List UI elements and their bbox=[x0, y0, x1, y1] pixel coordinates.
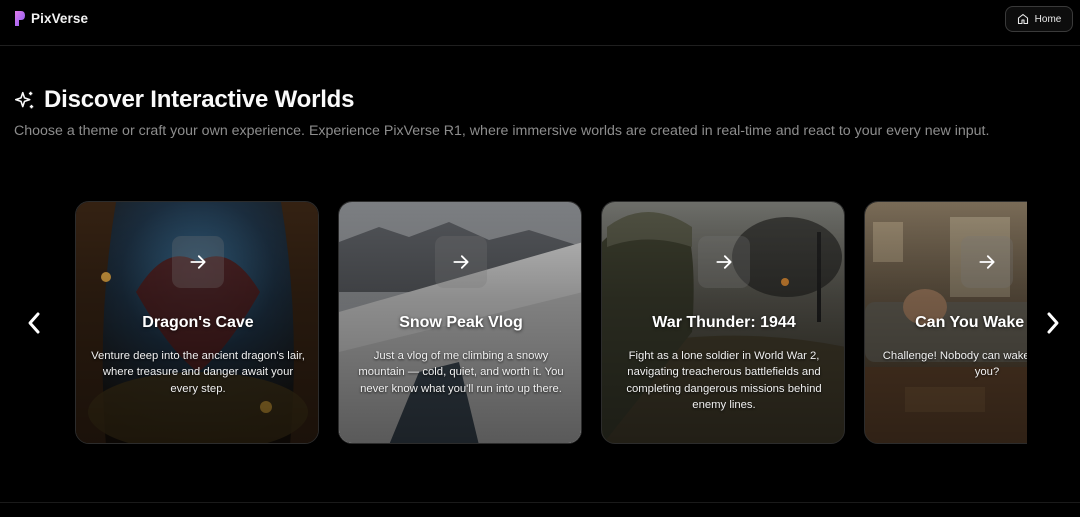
sparkle-icon bbox=[14, 91, 34, 108]
worlds-carousel: Dragon's Cave Venture deep into the anci… bbox=[0, 195, 1080, 455]
world-card-title: Dragon's Cave bbox=[142, 314, 254, 331]
arrow-right-icon bbox=[716, 255, 732, 269]
home-button[interactable]: Home bbox=[1005, 6, 1073, 32]
world-card-description: Just a vlog of me climbing a snowy mount… bbox=[358, 350, 564, 395]
world-card-title: Snow Peak Vlog bbox=[399, 314, 523, 331]
brand-name: PixVerse bbox=[31, 11, 89, 26]
carousel-viewport: Dragon's Cave Venture deep into the anci… bbox=[75, 201, 1027, 445]
brand-logo[interactable]: PixVerse bbox=[14, 10, 88, 27]
section-heading: Discover Interactive Worlds bbox=[14, 86, 354, 114]
world-card-title: Can You Wake Him bbox=[915, 314, 1027, 331]
page-subtitle: Choose a theme or craft your own experie… bbox=[14, 123, 990, 139]
arrow-right-icon bbox=[453, 255, 469, 269]
arrow-right-icon bbox=[979, 255, 995, 269]
home-icon bbox=[1017, 13, 1028, 25]
world-card-war-thunder-1944[interactable]: War Thunder: 1944 Fight as a lone soldie… bbox=[601, 201, 845, 444]
pixverse-logo-icon bbox=[15, 11, 25, 26]
arrow-right-icon bbox=[190, 255, 206, 269]
card-arrow-button[interactable] bbox=[172, 236, 224, 288]
card-arrow-button[interactable] bbox=[435, 236, 487, 288]
world-card-description: Fight as a lone soldier in World War 2, … bbox=[626, 350, 822, 411]
page-title: Discover Interactive Worlds bbox=[44, 86, 355, 113]
world-card-snow-peak-vlog[interactable]: Snow Peak Vlog Just a vlog of me climbin… bbox=[338, 201, 582, 444]
chevron-right-icon bbox=[1047, 312, 1059, 334]
card-arrow-button[interactable] bbox=[698, 236, 750, 288]
world-card-can-you-wake-him[interactable]: Can You Wake Him Challenge! Nobody can w… bbox=[864, 201, 1027, 444]
world-card-dragons-cave[interactable]: Dragon's Cave Venture deep into the anci… bbox=[75, 201, 319, 444]
top-bar: PixVerse Home bbox=[0, 0, 1080, 46]
home-label: Home bbox=[1034, 13, 1062, 25]
world-card-description: Venture deep into the ancient dragon's l… bbox=[91, 350, 305, 395]
section-divider bbox=[0, 502, 1080, 503]
chevron-left-icon bbox=[28, 312, 40, 334]
world-card-description: Challenge! Nobody can wake him up, can y… bbox=[882, 350, 1027, 379]
world-card-title: War Thunder: 1944 bbox=[652, 314, 796, 331]
carousel-prev-button[interactable] bbox=[20, 305, 48, 341]
carousel-next-button[interactable] bbox=[1039, 305, 1067, 341]
card-arrow-button[interactable] bbox=[961, 236, 1013, 288]
